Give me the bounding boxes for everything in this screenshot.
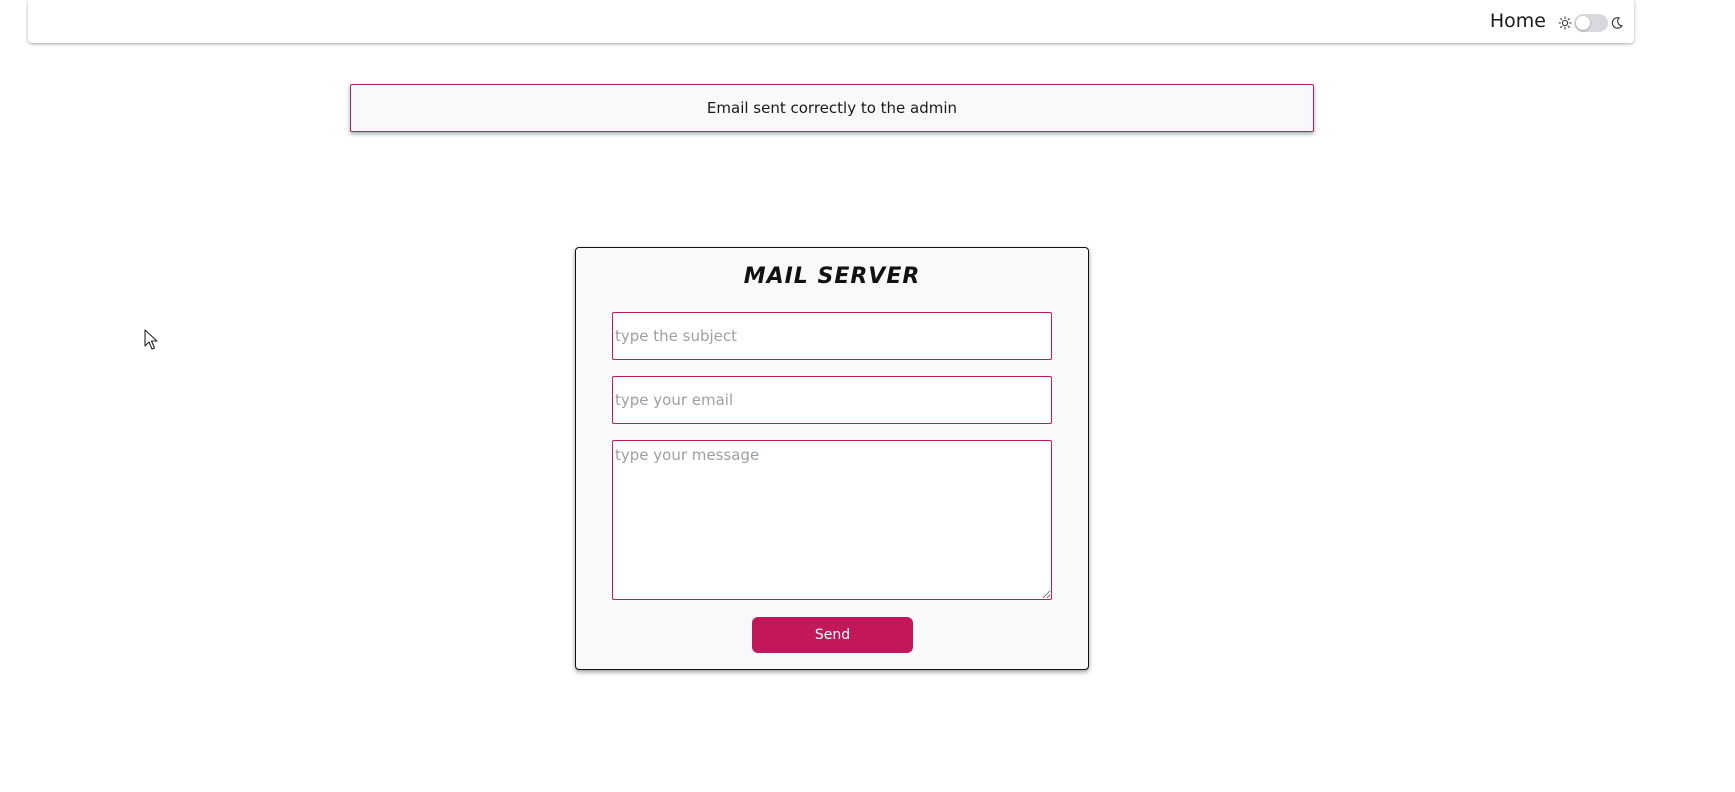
sun-icon xyxy=(1558,16,1572,30)
mouse-pointer-icon xyxy=(144,329,158,350)
alert-message: Email sent correctly to the admin xyxy=(706,99,958,117)
card-title: Mail Server xyxy=(743,264,921,289)
email-input[interactable] xyxy=(612,376,1052,424)
nav-home-link[interactable]: Home xyxy=(1490,10,1546,32)
moon-icon xyxy=(1611,17,1623,29)
theme-toggle[interactable] xyxy=(1558,14,1624,32)
mail-server-card: Mail Server Send xyxy=(575,247,1089,670)
send-button[interactable]: Send xyxy=(752,617,913,653)
message-textarea[interactable] xyxy=(612,440,1052,600)
subject-input[interactable] xyxy=(612,312,1052,360)
success-alert: Email sent correctly to the admin xyxy=(350,84,1314,132)
theme-switch-knob xyxy=(1576,16,1590,30)
theme-switch[interactable] xyxy=(1574,14,1608,32)
page: Home Email sent correctly to the admin M… xyxy=(0,0,1735,792)
top-navbar: Home xyxy=(28,0,1634,43)
